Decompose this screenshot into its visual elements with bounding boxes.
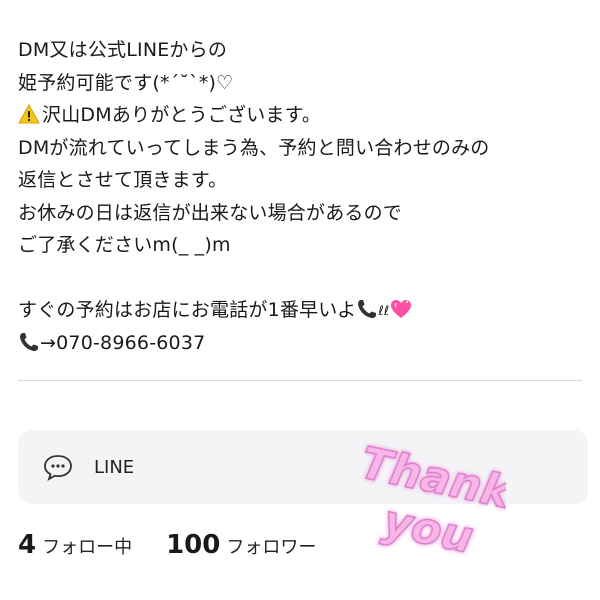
bio-line-text: すぐの予約はお店にお電話が1番早いよ [18, 299, 357, 321]
section-divider [18, 380, 582, 381]
bio-line: すぐの予約はお店にお電話が1番早いよ ℓℓ [18, 294, 588, 327]
phone-icon [18, 331, 40, 353]
line-link-label: LINE [94, 456, 135, 478]
bio-line-text: 沢山DMありがとうございます。 [42, 104, 322, 126]
bio-line: お休みの日は返信が出来ない場合があるので [18, 201, 403, 224]
sparkling-heart-icon [389, 298, 413, 320]
bio-line-text[interactable]: →070-8966-6037 [40, 332, 205, 354]
warning-icon [18, 102, 40, 124]
followers-label[interactable]: フォロワー [226, 533, 316, 559]
following-label[interactable]: フォロー中 [42, 533, 132, 559]
bio-blank-line [18, 262, 588, 295]
chat-bubble-icon [44, 455, 72, 481]
thank-you-sticker: Thank you [355, 437, 506, 560]
followers-count[interactable]: 100 [166, 530, 220, 560]
bio-line: DMが流れていってしまう為、予約と問い合わせのみの [18, 136, 490, 159]
following-count[interactable]: 4 [18, 530, 36, 560]
bio-line: →070-8966-6037 [18, 327, 588, 360]
bio-line: ご了承くださいm(_ _)m [18, 234, 231, 256]
bio-line: 姫予約可能です(*´˘`*)♡ [18, 71, 234, 94]
bio-line: 返信とさせて頂きます。 [18, 169, 228, 191]
loops-text: ℓℓ [378, 304, 390, 319]
phone-icon [356, 298, 378, 320]
bio-line: DM又は公式LINEからの [18, 39, 228, 61]
follow-stats: 4 フォロー中 100 フォロワー [18, 530, 316, 560]
profile-bio: DM又は公式LINEからの 姫予約可能です(*´˘`*)♡ 沢山DMありがとうご… [18, 34, 588, 359]
bio-line: 沢山DMありがとうございます。 [18, 99, 588, 132]
